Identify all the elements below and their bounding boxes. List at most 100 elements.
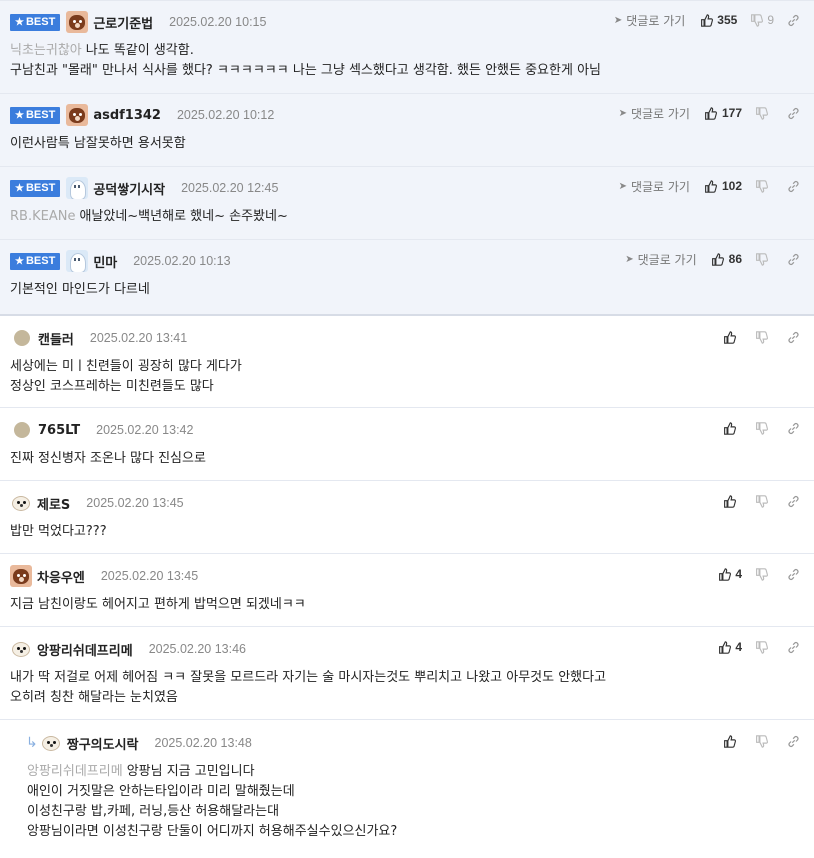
arrow-icon: ➤ (613, 14, 623, 26)
comment-header: ★ BEST 민마 2025.02.20 10:13 (10, 249, 231, 273)
link-icon[interactable] (786, 421, 800, 435)
comment-body: 세상에는 미ㅣ친련들이 굉장히 많다 게다가 정상인 코스프레하는 미친련들도 … (10, 359, 242, 394)
comment-body: 앙팡리쉬데프리메 앙팡님 지금 고민입니다 애인이 거짓말은 안하는타입이라 미리… (27, 764, 398, 839)
puppy-avatar[interactable] (10, 638, 32, 660)
thumbs-down-icon[interactable] (754, 567, 768, 581)
star-icon: ★ (15, 182, 24, 194)
thumbs-down-icon[interactable] (754, 494, 768, 508)
thumbs-up-icon[interactable] (717, 567, 731, 581)
thumbs-down-icon[interactable] (754, 421, 768, 435)
bear-avatar[interactable] (10, 565, 32, 587)
thumbs-up-icon[interactable] (717, 640, 731, 654)
like-count: 86 (728, 252, 742, 266)
comment-header: ★ BEST 공덕쌓기시작 2025.02.20 12:45 (10, 176, 278, 200)
ghost-avatar[interactable] (66, 250, 89, 272)
puppy-avatar[interactable] (10, 492, 32, 514)
comment-author[interactable]: 짱구의도시락 (67, 734, 139, 753)
link-icon[interactable] (786, 13, 800, 27)
comment-actions: ➤ 댓글로 가기 102 (619, 176, 800, 196)
comment-time: 2025.02.20 12:45 (181, 181, 279, 195)
mention-tag[interactable]: 앙팡리쉬데프리메 (27, 764, 123, 779)
thumbs-down-icon[interactable] (754, 734, 768, 748)
thumbs-down-icon[interactable] (749, 13, 763, 27)
comment-author[interactable]: 공덕쌓기시작 (93, 179, 165, 198)
comment: 제로S 2025.02.20 13:45 밥만 먹었다고??? (0, 480, 814, 553)
mention-tag[interactable]: RB.KEANe (10, 209, 75, 224)
bear-avatar[interactable] (66, 104, 89, 126)
thumbs-down-icon[interactable] (754, 179, 768, 193)
thumbs-up-icon[interactable] (699, 13, 713, 27)
like-count: 177 (721, 106, 742, 120)
link-icon[interactable] (786, 252, 800, 266)
best-badge: ★ BEST (10, 106, 61, 124)
arrow-icon: ➤ (625, 253, 634, 265)
comment-body: 이런사람특 남잘못하면 용서못함 (10, 136, 186, 151)
default-avatar[interactable] (14, 422, 30, 438)
arrow-icon: ➤ (618, 107, 627, 119)
puppy-avatar[interactable] (39, 732, 62, 754)
comment-author[interactable]: 제로S (37, 494, 70, 513)
reply-arrow-icon: ↳ (26, 735, 38, 751)
like-count: 102 (721, 179, 742, 193)
thumbs-down-icon[interactable] (754, 252, 768, 266)
comment-author[interactable]: 765LT (38, 423, 80, 438)
star-icon: ★ (15, 109, 24, 121)
comment-author[interactable]: 차응우엔 (37, 567, 85, 586)
comment-body: 기본적인 마인드가 다르네 (10, 282, 150, 297)
comment-actions: ➤ 댓글로 가기 177 (619, 103, 800, 123)
goto-comment-link[interactable]: ➤ 댓글로 가기 (619, 105, 690, 122)
goto-comment-link[interactable]: ➤ 댓글로 가기 (625, 251, 696, 268)
thumbs-up-icon[interactable] (711, 252, 725, 266)
bear-avatar[interactable] (66, 11, 89, 33)
goto-comment-link[interactable]: ➤ 댓글로 가기 (619, 178, 690, 195)
thumbs-up-icon[interactable] (722, 421, 736, 435)
comment-author[interactable]: 캔들러 (38, 329, 74, 348)
comment-header: 765LT 2025.02.20 13:42 (10, 418, 193, 442)
thumbs-down-icon[interactable] (754, 106, 768, 120)
ghost-avatar[interactable] (66, 177, 89, 199)
link-icon[interactable] (786, 734, 800, 748)
goto-comment-link[interactable]: ➤ 댓글로 가기 (614, 12, 685, 29)
comment-author[interactable]: 민마 (93, 252, 117, 271)
comment-time: 2025.02.20 13:48 (154, 736, 252, 750)
comment-time: 2025.02.20 10:12 (176, 108, 275, 122)
comment-actions (722, 418, 800, 438)
arrow-icon: ➤ (618, 180, 627, 192)
comment: 앙팡리쉬데프리메 2025.02.20 13:46 4 내가 딱 저걸로 어제 … (0, 626, 814, 719)
thumbs-up-icon[interactable] (704, 179, 718, 193)
comment-body: 지금 남친이랑도 헤어지고 편하게 밥먹으면 되겠네ㅋㅋ (10, 597, 306, 612)
mention-tag[interactable]: 닉초는귀찮아 (10, 43, 82, 58)
thumbs-down-icon[interactable] (754, 330, 768, 344)
comment-header: ★ BEST 근로기준법 2025.02.20 10:15 (10, 10, 266, 34)
like-count: 355 (717, 13, 738, 27)
default-avatar[interactable] (14, 330, 30, 346)
comment-header: 차응우엔 2025.02.20 13:45 (10, 564, 198, 588)
best-comment: ★ BEST asdf1342 2025.02.20 10:12 ➤ 댓글로 가기 … (0, 93, 814, 166)
best-comment: ★ BEST 민마 2025.02.20 10:13 ➤ 댓글로 가기 86 기본적… (0, 239, 814, 314)
thumbs-up-icon[interactable] (722, 734, 736, 748)
comment-actions: 4 (717, 637, 800, 657)
thumbs-down-icon[interactable] (754, 640, 768, 654)
link-icon[interactable] (786, 567, 800, 581)
comment-time: 2025.02.20 13:45 (86, 496, 184, 510)
comment-time: 2025.02.20 10:13 (133, 254, 231, 268)
link-icon[interactable] (786, 179, 800, 193)
comment-author[interactable]: 앙팡리쉬데프리메 (37, 640, 133, 659)
comment-time: 2025.02.20 13:41 (89, 331, 188, 345)
comment-author[interactable]: 근로기준법 (93, 13, 153, 32)
thumbs-up-icon[interactable] (722, 330, 736, 344)
comment-actions (722, 491, 800, 511)
comment-actions: 4 (717, 564, 800, 584)
comment-time: 2025.02.20 13:45 (100, 569, 199, 583)
link-icon[interactable] (786, 494, 800, 508)
comment-author[interactable]: asdf1342 (93, 108, 161, 123)
reply-comment: ↳ 짱구의도시락 2025.02.20 13:48 앙팡리쉬데프리메 앙팡님 지금… (0, 719, 814, 858)
link-icon[interactable] (786, 640, 800, 654)
link-icon[interactable] (786, 106, 800, 120)
thumbs-up-icon[interactable] (704, 106, 718, 120)
comment-header: 앙팡리쉬데프리메 2025.02.20 13:46 (10, 637, 246, 661)
link-icon[interactable] (786, 330, 800, 344)
like-count: 4 (735, 567, 742, 581)
comment-header: 캔들러 2025.02.20 13:41 (10, 326, 187, 350)
thumbs-up-icon[interactable] (722, 494, 736, 508)
